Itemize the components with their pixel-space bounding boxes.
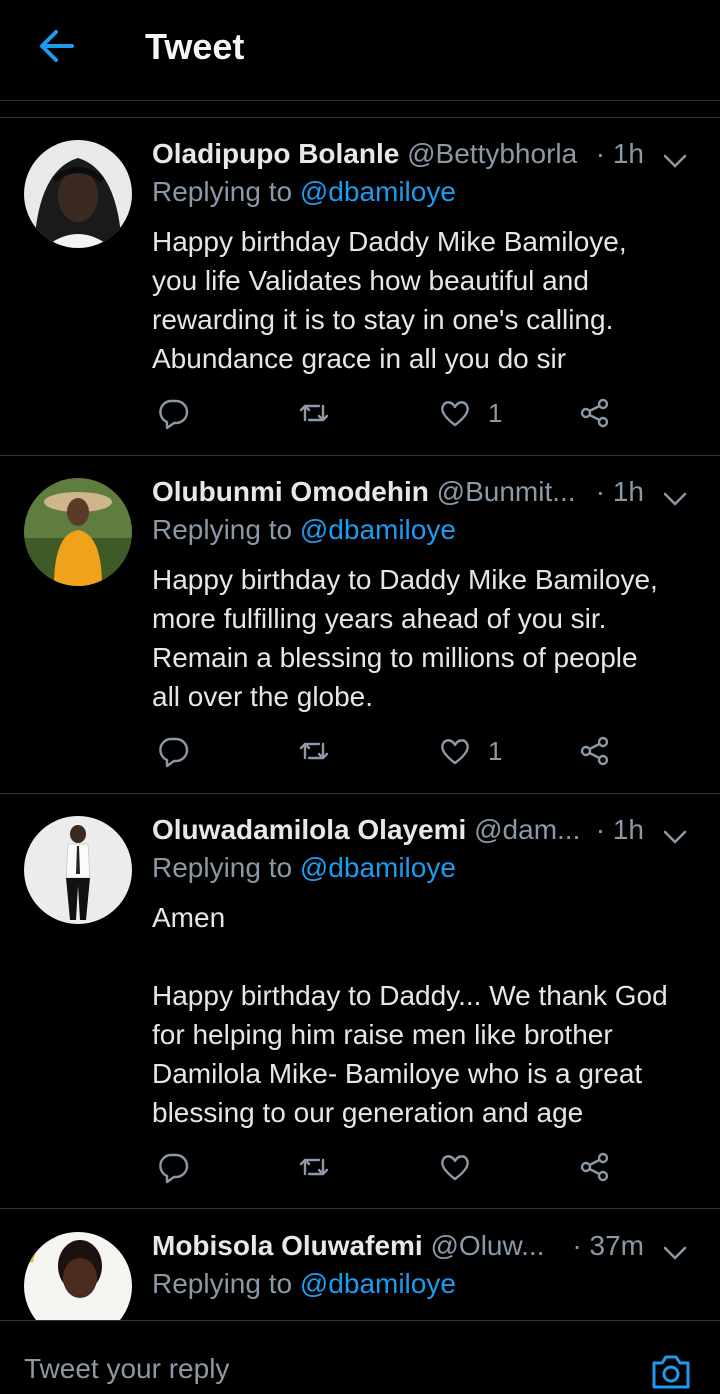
retweet-icon xyxy=(299,742,329,760)
tweet-header: Oluwadamilola Olayemi @dam... · 1h xyxy=(152,814,702,854)
like-button[interactable] xyxy=(438,1149,488,1185)
avatar[interactable] xyxy=(24,1232,132,1320)
share-icon xyxy=(580,1152,609,1182)
tweet-actions: 1 xyxy=(152,395,632,435)
mention-link[interactable]: @dbamiloye xyxy=(300,852,456,883)
retweet-icon xyxy=(299,1158,329,1176)
heart-icon xyxy=(441,401,469,427)
tweet-header: Olubunmi Omodehin @Bunmit... · 1h xyxy=(152,476,702,516)
tweet-header: Mobisola Oluwafemi @Oluw... · 37m xyxy=(152,1230,702,1270)
divider xyxy=(0,117,720,118)
divider xyxy=(0,793,720,794)
tweet-actions: 1 xyxy=(152,733,632,773)
like-button[interactable]: 1 xyxy=(438,395,502,431)
mention-link[interactable]: @dbamiloye xyxy=(300,514,456,545)
camera-icon[interactable] xyxy=(648,1349,694,1389)
share-icon xyxy=(580,736,609,766)
author-handle[interactable]: @dam... xyxy=(474,814,580,845)
heart-icon xyxy=(441,739,469,765)
chevron-down-icon[interactable] xyxy=(662,822,688,844)
chevron-down-icon[interactable] xyxy=(662,146,688,168)
divider xyxy=(0,1208,720,1209)
reply-input[interactable]: Tweet your reply xyxy=(24,1353,229,1385)
comment-icon xyxy=(159,399,189,430)
chevron-down-icon[interactable] xyxy=(662,484,688,506)
reply-button[interactable] xyxy=(156,733,190,769)
share-icon xyxy=(580,398,609,428)
like-button[interactable]: 1 xyxy=(438,733,502,769)
heart-icon xyxy=(441,1155,469,1181)
chevron-down-icon[interactable] xyxy=(662,1238,688,1260)
tweet-text: Amen Happy birthday to Daddy... We thank… xyxy=(152,902,668,1128)
author-handle[interactable]: @Oluw... xyxy=(430,1230,544,1261)
top-bar: Tweet xyxy=(0,0,720,101)
reply-composer[interactable]: Tweet your reply xyxy=(0,1320,720,1389)
avatar[interactable] xyxy=(24,140,132,248)
tweet-text: Happy birthday Daddy Mike Bamiloye, you … xyxy=(152,226,627,374)
like-count: 1 xyxy=(488,735,503,766)
comment-icon xyxy=(159,737,189,768)
comment-icon xyxy=(159,1153,189,1184)
author-name[interactable]: Oladipupo Bolanle xyxy=(152,138,399,169)
mention-link[interactable]: @dbamiloye xyxy=(300,176,456,207)
timestamp: · 1h xyxy=(595,814,644,845)
tweet-header: Oladipupo Bolanle @Bettybhorla · 1h xyxy=(152,138,702,178)
timestamp: · 37m xyxy=(572,1230,644,1261)
share-button[interactable] xyxy=(578,395,612,431)
reply-button[interactable] xyxy=(156,395,190,431)
divider xyxy=(0,455,720,456)
avatar[interactable] xyxy=(24,478,132,586)
share-button[interactable] xyxy=(578,733,612,769)
tweet-actions xyxy=(152,1149,632,1189)
author-handle[interactable]: @Bettybhorla xyxy=(407,138,577,169)
timestamp: · 1h xyxy=(595,476,644,507)
author-name[interactable]: Mobisola Oluwafemi xyxy=(152,1230,423,1261)
back-arrow-icon[interactable] xyxy=(34,26,78,66)
replying-to: Replying to @dbamiloye xyxy=(152,1268,456,1299)
author-name[interactable]: Olubunmi Omodehin xyxy=(152,476,429,507)
avatar[interactable] xyxy=(24,816,132,924)
tweet-text: Happy birthday to Daddy Mike Bamiloye, m… xyxy=(152,564,658,712)
replying-to: Replying to @dbamiloye xyxy=(152,514,456,545)
retweet-icon xyxy=(299,404,329,422)
like-count: 1 xyxy=(488,397,503,428)
replying-to: Replying to @dbamiloye xyxy=(152,176,456,207)
mention-link[interactable]: @dbamiloye xyxy=(300,1268,456,1299)
author-handle[interactable]: @Bunmit... xyxy=(437,476,576,507)
page-title: Tweet xyxy=(145,26,245,67)
replying-to: Replying to @dbamiloye xyxy=(152,852,456,883)
retweet-button[interactable] xyxy=(297,395,331,431)
retweet-button[interactable] xyxy=(297,733,331,769)
reply-tweet[interactable]: Mobisola Oluwafemi @Oluw... · 37m Replyi… xyxy=(0,1230,720,1320)
reply-button[interactable] xyxy=(156,1149,190,1185)
retweet-button[interactable] xyxy=(297,1149,331,1185)
author-name[interactable]: Oluwadamilola Olayemi xyxy=(152,814,466,845)
share-button[interactable] xyxy=(578,1149,612,1185)
timestamp: · 1h xyxy=(595,138,644,169)
